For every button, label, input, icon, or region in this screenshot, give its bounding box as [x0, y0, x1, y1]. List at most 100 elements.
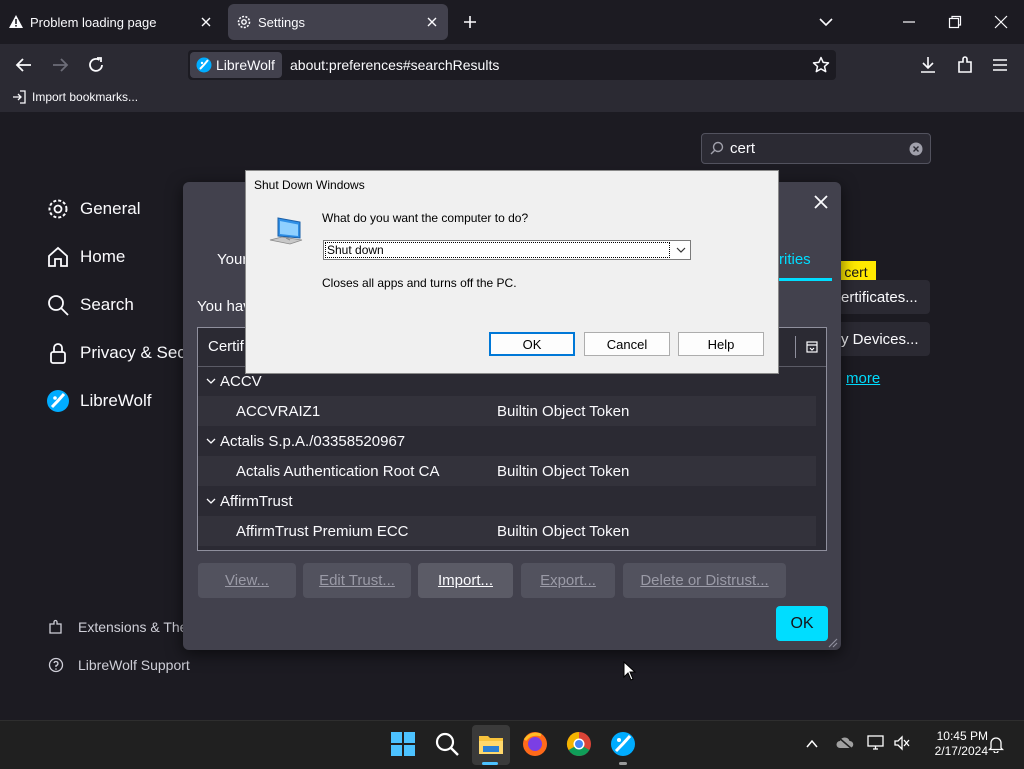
sidebar-item-label: Privacy & Secu	[80, 343, 196, 362]
taskbar-search-icon[interactable]	[433, 730, 461, 758]
new-tab-button[interactable]	[462, 14, 478, 30]
search-value: cert	[730, 140, 756, 157]
clock-date: 2/17/2024	[934, 744, 988, 758]
chevron-down-icon	[206, 496, 216, 506]
search-icon	[710, 141, 724, 155]
gear-icon	[236, 14, 252, 30]
delete-distrust-button[interactable]: Delete or Distrust...	[623, 563, 786, 598]
menu-hamburger-icon[interactable]	[991, 56, 1009, 74]
import-bookmarks-button[interactable]: Import bookmarks...	[12, 90, 138, 104]
url-bar[interactable]	[188, 50, 836, 80]
url-text[interactable]: about:preferences#searchResults	[290, 57, 499, 73]
tab-authorities[interactable]: rities	[779, 251, 811, 268]
shutdown-option-select[interactable]: Shut down	[323, 240, 691, 260]
sidebar-item-general[interactable]: General	[46, 197, 140, 221]
column-picker-icon[interactable]	[806, 341, 818, 353]
close-icon[interactable]	[424, 14, 440, 30]
view-certificates-button[interactable]: ertificates...	[841, 280, 930, 314]
find-in-settings-input[interactable]: cert	[701, 133, 931, 164]
import-bookmarks-label: Import bookmarks...	[32, 90, 139, 104]
gear-icon	[46, 197, 70, 221]
shutdown-cancel-button[interactable]: Cancel	[584, 332, 670, 356]
sidebar-item-privacy[interactable]: Privacy & Secu	[46, 341, 195, 365]
clear-search-icon[interactable]	[909, 142, 923, 156]
import-button[interactable]: Import...	[418, 563, 513, 598]
minimize-icon[interactable]	[902, 14, 916, 30]
tree-item-row[interactable]: Actalis Authentication Root CA Builtin O…	[198, 456, 816, 486]
file-explorer-icon[interactable]	[477, 730, 505, 758]
shutdown-ok-button[interactable]: OK	[489, 332, 575, 356]
sidebar-extensions-themes[interactable]: Extensions & The	[48, 619, 187, 635]
onedrive-cloud-icon[interactable]	[836, 736, 854, 750]
notification-bell-icon[interactable]	[988, 735, 1004, 753]
running-app-indicator	[619, 762, 627, 765]
show-hidden-icons-chevron-up-icon[interactable]	[805, 737, 819, 751]
group-name: Actalis S.p.A./03358520967	[220, 432, 406, 450]
edit-trust-button[interactable]: Edit Trust...	[303, 563, 411, 598]
sidebar-item-librewolf[interactable]: LibreWolf	[46, 389, 152, 413]
back-arrow-icon[interactable]	[14, 55, 34, 75]
group-name: ACCV	[220, 372, 262, 390]
active-tab-indicator	[779, 278, 832, 281]
tab-your-certificates[interactable]: Your	[217, 251, 247, 268]
sidebar-item-label: LibreWolf	[80, 391, 152, 410]
cert-token: Builtin Object Token	[497, 463, 630, 480]
sidebar-item-home[interactable]: Home	[46, 245, 125, 269]
identity-box[interactable]: LibreWolf	[190, 52, 282, 78]
network-icon[interactable]	[867, 735, 885, 751]
librewolf-icon	[46, 389, 70, 413]
librewolf-taskbar-icon[interactable]	[609, 730, 637, 758]
identity-label: LibreWolf	[216, 57, 275, 73]
tree-group-row[interactable]: AffirmTrust	[198, 486, 816, 516]
cert-name: Actalis Authentication Root CA	[236, 463, 440, 480]
shutdown-help-button[interactable]: Help	[678, 332, 764, 356]
tree-group-row[interactable]: Actalis S.p.A./03358520967	[198, 426, 816, 456]
tab-list-chevron-down-icon[interactable]	[818, 14, 834, 30]
start-windows-icon[interactable]	[389, 730, 417, 758]
resize-grip-icon[interactable]	[826, 636, 838, 648]
librewolf-icon	[196, 57, 212, 73]
learn-more-link[interactable]: more	[846, 370, 880, 387]
button-label: ertificates...	[841, 288, 918, 306]
lock-icon	[46, 341, 70, 365]
export-button[interactable]: Export...	[521, 563, 615, 598]
tab-problem-loading[interactable]: Problem loading page	[8, 4, 222, 40]
tree-item-row[interactable]: AffirmTrust Premium ECC Builtin Object T…	[198, 516, 816, 546]
column-divider	[795, 336, 796, 358]
clock-time: 10:45 PM	[936, 729, 988, 743]
cert-ok-button[interactable]: OK	[776, 606, 828, 641]
chrome-icon[interactable]	[565, 730, 593, 758]
star-icon[interactable]	[812, 56, 830, 74]
chevron-down-icon[interactable]	[676, 245, 686, 255]
sidebar-item-search[interactable]: Search	[46, 293, 134, 317]
puzzle-icon	[48, 619, 64, 635]
tab-label: Settings	[258, 14, 305, 30]
column-header-certificate-name[interactable]: Certif	[208, 338, 244, 355]
window-close-icon[interactable]	[994, 15, 1008, 29]
cert-intro-text: You hav	[197, 298, 251, 315]
download-icon[interactable]	[918, 55, 938, 75]
clock[interactable]: 10:45 PM 2/17/2024	[916, 729, 988, 759]
cert-dialog-close-icon[interactable]	[812, 193, 830, 211]
view-button[interactable]: View...	[198, 563, 296, 598]
reload-icon[interactable]	[86, 55, 106, 75]
bookmarks-toolbar	[0, 84, 1024, 112]
home-icon	[46, 245, 70, 269]
tree-item-row[interactable]: ACCVRAIZ1 Builtin Object Token	[198, 396, 816, 426]
restore-icon[interactable]	[948, 15, 962, 29]
close-icon[interactable]	[198, 14, 214, 30]
shutdown-description: Closes all apps and turns off the PC.	[322, 276, 517, 290]
volume-muted-icon[interactable]	[893, 735, 911, 751]
sidebar-librewolf-support[interactable]: LibreWolf Support	[48, 657, 190, 673]
sidebar-item-label: Search	[80, 295, 134, 314]
shutdown-dialog-title: Shut Down Windows	[254, 178, 365, 192]
security-devices-button[interactable]: y Devices...	[841, 322, 930, 356]
firefox-icon[interactable]	[521, 730, 549, 758]
footer-label: LibreWolf Support	[78, 657, 190, 673]
sidebar-item-label: General	[80, 199, 141, 218]
extensions-puzzle-icon[interactable]	[955, 55, 975, 75]
tab-settings[interactable]: Settings	[228, 4, 448, 40]
forward-arrow-icon	[50, 55, 70, 75]
mouse-cursor-icon	[623, 661, 637, 681]
selected-option: Shut down	[327, 243, 384, 257]
